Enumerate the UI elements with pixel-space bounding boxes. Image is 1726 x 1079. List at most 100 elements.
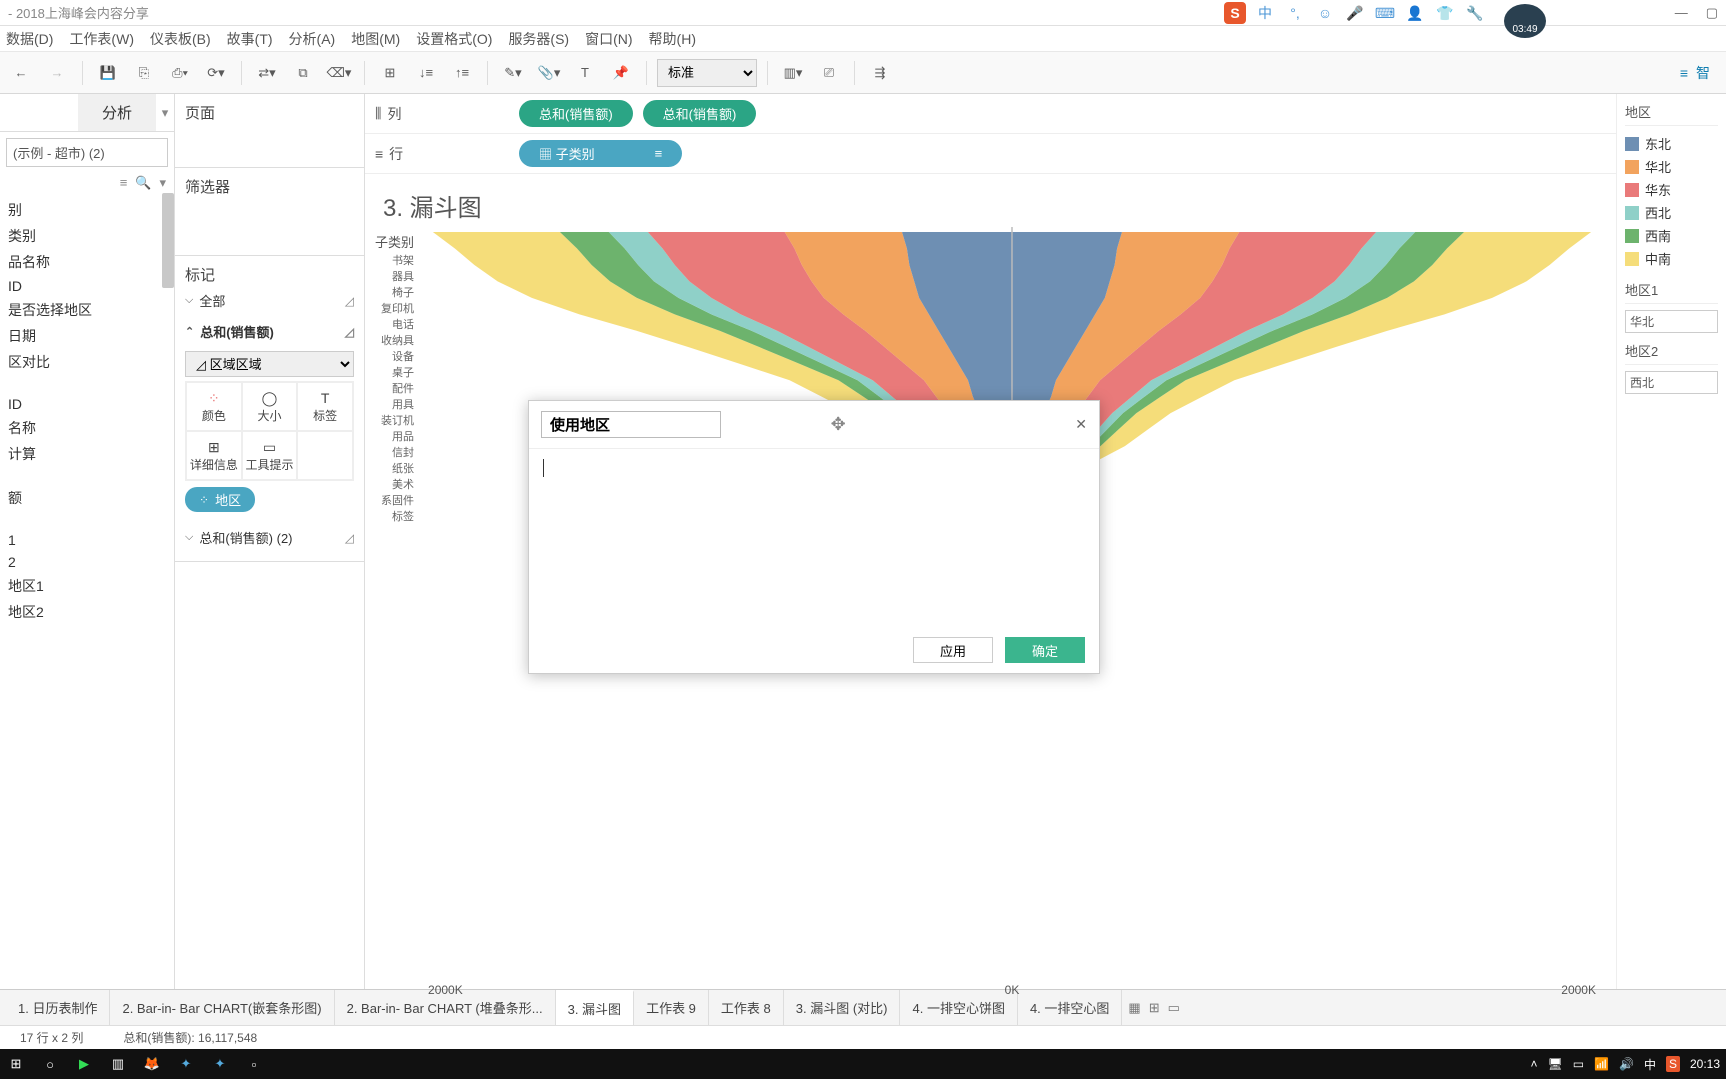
columns-pill-2[interactable]: 总和(销售额): [643, 100, 757, 127]
field-item[interactable]: ID: [0, 393, 174, 415]
menu-story[interactable]: 故事(T): [227, 29, 273, 49]
start-button[interactable]: ⊞: [6, 1054, 26, 1074]
share-button[interactable]: ⇶: [865, 58, 895, 88]
field-item[interactable]: 区对比: [0, 349, 174, 375]
sort-icon[interactable]: ≡: [655, 146, 663, 161]
columns-pill-1[interactable]: 总和(销售额): [519, 100, 633, 127]
presentation-button[interactable]: ⎚: [814, 58, 844, 88]
tableau-icon-2[interactable]: ✦: [210, 1054, 230, 1074]
showme-label[interactable]: 智: [1696, 63, 1710, 83]
label-button[interactable]: T: [570, 58, 600, 88]
tab-analytics[interactable]: 分析: [78, 94, 156, 131]
sheet-tab[interactable]: 1. 日历表制作: [6, 990, 110, 1025]
ime-punct-icon[interactable]: °,: [1284, 2, 1306, 24]
view-list-icon[interactable]: ≡: [120, 175, 128, 191]
menu-window[interactable]: 窗口(N): [585, 29, 632, 49]
menu-map[interactable]: 地图(M): [351, 29, 400, 49]
marks-sum2-row[interactable]: ⌵总和(销售额) (2)◿: [185, 522, 354, 553]
label-cell[interactable]: T标签: [297, 382, 353, 431]
field-item[interactable]: ID: [0, 275, 174, 297]
datasource-selector[interactable]: (示例 - 超市) (2): [6, 138, 168, 167]
new-story-icon[interactable]: ▭: [1168, 1000, 1180, 1016]
field-item[interactable]: 名称: [0, 415, 174, 441]
sort-asc-button[interactable]: ↓≡: [411, 58, 441, 88]
tooltip-cell[interactable]: ▭工具提示: [242, 431, 298, 480]
dialog-title-input[interactable]: [541, 411, 721, 438]
field-item[interactable]: 是否选择地区: [0, 297, 174, 323]
highlight-button[interactable]: ✎▾: [498, 58, 528, 88]
param2-value[interactable]: 西北: [1625, 371, 1718, 394]
new-dashboard-icon[interactable]: ⊞: [1149, 1000, 1160, 1016]
legend-item[interactable]: 东北: [1625, 132, 1718, 155]
duplicate-button[interactable]: ⧉: [288, 58, 318, 88]
color-pill-region[interactable]: ⁘地区: [185, 487, 255, 512]
menu-dashboard[interactable]: 仪表板(B): [150, 29, 211, 49]
param1-value[interactable]: 华北: [1625, 310, 1718, 333]
app-icon[interactable]: ▫: [244, 1054, 264, 1074]
rows-shelf[interactable]: ≡行 ▦ 子类别≡: [365, 134, 1616, 174]
windows-taskbar[interactable]: ⊞ ○ ▶ ▥ 🦊 ✦ ✦ ▫ ˄ 🖥 ▭ 📶 🔊 中 S 20:13: [0, 1049, 1726, 1079]
filters-card[interactable]: 筛选器: [175, 168, 364, 256]
field-item[interactable]: 额: [0, 485, 174, 511]
forward-button[interactable]: →: [42, 58, 72, 88]
ime-lang-icon[interactable]: 中: [1254, 2, 1276, 24]
field-item[interactable]: 2: [0, 551, 174, 573]
field-item[interactable]: 1: [0, 529, 174, 551]
size-cell[interactable]: ◯大小: [242, 382, 298, 431]
ime-tool-icon[interactable]: 🔧: [1464, 2, 1486, 24]
marks-sum1-row[interactable]: ⌃总和(销售额)◿: [185, 316, 354, 347]
search-icon[interactable]: 🔍: [135, 175, 151, 191]
menu-analysis[interactable]: 分析(A): [289, 29, 336, 49]
dialog-editor[interactable]: [529, 449, 1099, 627]
save-button[interactable]: 💾: [93, 58, 123, 88]
app-icon[interactable]: ▥: [108, 1054, 128, 1074]
pages-card[interactable]: 页面: [175, 94, 364, 168]
refresh-button[interactable]: ⟳▾: [201, 58, 231, 88]
tray-display-icon[interactable]: 🖥: [1547, 1057, 1562, 1071]
sogou-icon[interactable]: S: [1224, 2, 1246, 24]
new-worksheet-button[interactable]: ⎙▾: [165, 58, 195, 88]
clear-button[interactable]: ⌫▾: [324, 58, 354, 88]
close-icon[interactable]: ✕: [1075, 416, 1087, 433]
firefox-icon[interactable]: 🦊: [142, 1054, 162, 1074]
field-item[interactable]: 品名称: [0, 249, 174, 275]
tableau-icon[interactable]: ✦: [176, 1054, 196, 1074]
menu-server[interactable]: 服务器(S): [508, 29, 569, 49]
tray-volume-icon[interactable]: 🔊: [1619, 1057, 1634, 1071]
menu-help[interactable]: 帮助(H): [649, 29, 696, 49]
swap-button[interactable]: ⇄▾: [252, 58, 282, 88]
tab-dropdown-icon[interactable]: ▾: [156, 94, 174, 131]
ok-button[interactable]: 确定: [1005, 637, 1085, 663]
tray-wifi-icon[interactable]: 📶: [1594, 1057, 1609, 1071]
legend-item[interactable]: 华东: [1625, 178, 1718, 201]
tray-ime[interactable]: 中: [1644, 1056, 1656, 1073]
field-item[interactable]: 地区2: [0, 599, 174, 625]
apply-button[interactable]: 应用: [913, 637, 993, 663]
field-item[interactable]: 地区1: [0, 573, 174, 599]
showme-icon[interactable]: ≡: [1680, 65, 1688, 81]
ime-user-icon[interactable]: 👤: [1404, 2, 1426, 24]
detail-cell[interactable]: ⊞详细信息: [186, 431, 242, 480]
rows-pill[interactable]: ▦ 子类别≡: [519, 140, 682, 167]
field-item[interactable]: 日期: [0, 323, 174, 349]
legend-item[interactable]: 西南: [1625, 224, 1718, 247]
pin-button[interactable]: 📌: [606, 58, 636, 88]
color-cell[interactable]: ⁘颜色: [186, 382, 242, 431]
tray-up-icon[interactable]: ˄: [1530, 1057, 1537, 1071]
back-button[interactable]: ←: [6, 58, 36, 88]
tray-battery-icon[interactable]: ▭: [1573, 1057, 1584, 1071]
group-button[interactable]: ⊞: [375, 58, 405, 88]
legend-item[interactable]: 华北: [1625, 155, 1718, 178]
pane-menu-icon[interactable]: ▾: [159, 175, 166, 191]
field-item[interactable]: 别: [0, 197, 174, 223]
show-cards-button[interactable]: ▥▾: [778, 58, 808, 88]
attach-button[interactable]: 📎▾: [534, 58, 564, 88]
new-sheet-icon[interactable]: ▦: [1128, 1000, 1140, 1016]
ime-emoji-icon[interactable]: ☺: [1314, 2, 1336, 24]
mark-type-selector[interactable]: ◿ 区域区域: [185, 351, 354, 377]
app-icon[interactable]: ▶: [74, 1054, 94, 1074]
menu-data[interactable]: 数据(D): [6, 29, 53, 49]
viz-title[interactable]: 3. 漏斗图: [365, 174, 1616, 227]
ime-mic-icon[interactable]: 🎤: [1344, 2, 1366, 24]
tab-data[interactable]: [0, 94, 78, 131]
